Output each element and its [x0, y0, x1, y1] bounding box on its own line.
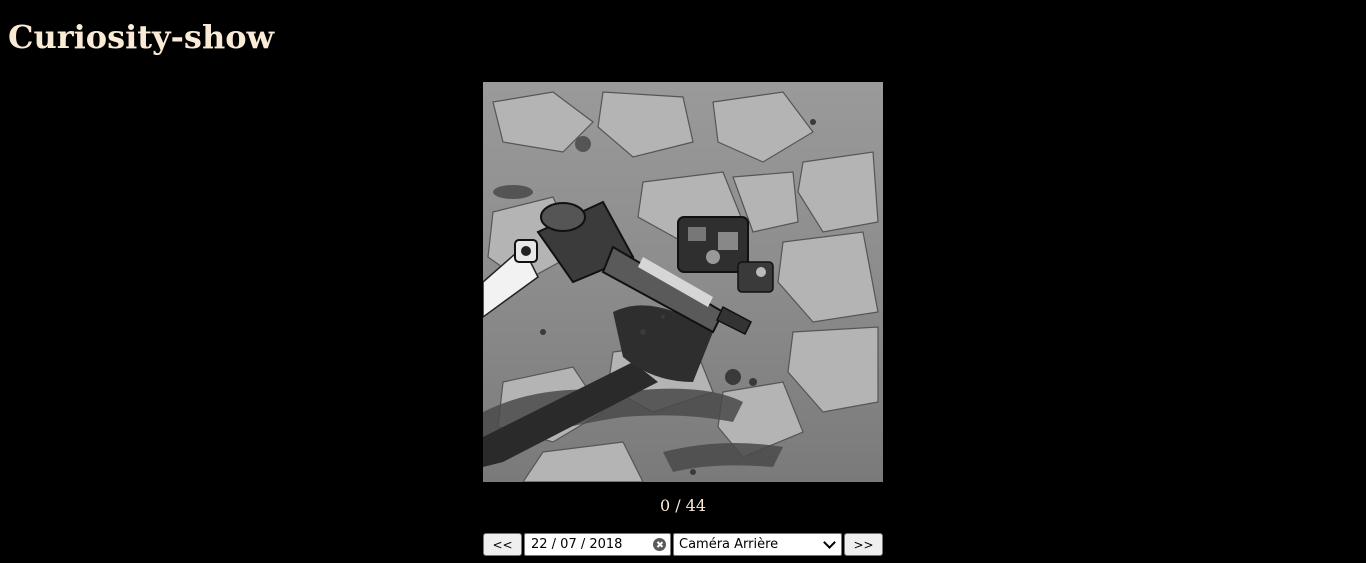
camera-select[interactable]: Caméra Arrière	[673, 533, 842, 556]
date-value: 22 / 07 / 2018	[531, 537, 623, 552]
clear-icon[interactable]	[653, 538, 666, 551]
chevron-down-icon	[823, 536, 836, 549]
page-title: Curiosity-show	[8, 18, 275, 56]
previous-button[interactable]: <<	[483, 533, 522, 556]
next-button[interactable]: >>	[844, 533, 883, 556]
mars-surface-image	[483, 82, 883, 482]
date-input[interactable]: 22 / 07 / 2018	[524, 533, 671, 556]
image-counter: 0 / 44	[659, 496, 707, 515]
navigation-controls: << 22 / 07 / 2018 Caméra Arrière >>	[483, 533, 883, 556]
camera-selected-value: Caméra Arrière	[679, 537, 779, 552]
rover-photo	[483, 82, 883, 482]
